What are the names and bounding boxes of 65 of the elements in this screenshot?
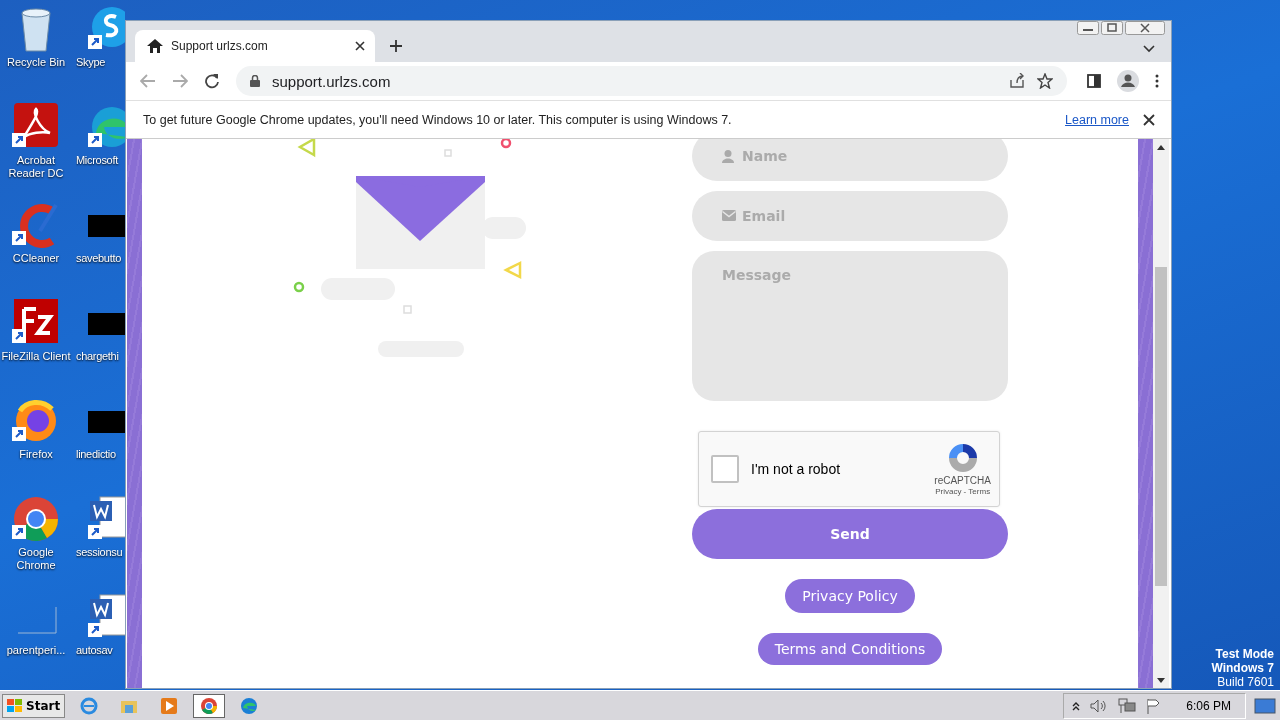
menu-icon[interactable]: [1155, 74, 1159, 88]
new-tab-icon[interactable]: [389, 39, 403, 53]
cleaner-icon[interactable]: [12, 201, 60, 249]
email-field[interactable]: Email: [692, 191, 1008, 241]
minimize-icon[interactable]: [1077, 21, 1099, 35]
lock-icon: [250, 75, 260, 87]
play-icon: [160, 696, 179, 715]
policy-link-button[interactable]: Terms and Conditions: [757, 633, 943, 665]
network-icon[interactable]: [1118, 697, 1137, 714]
close-icon[interactable]: [1125, 21, 1165, 35]
home-icon: [147, 39, 163, 53]
desktop-icon-label[interactable]: sessionsu: [76, 546, 123, 559]
learn-more-link[interactable]: Learn more: [1065, 112, 1129, 127]
envelope-icon: [722, 210, 736, 221]
desktop-icon-label[interactable]: parentperi...: [6, 644, 66, 657]
chrome-icon[interactable]: [12, 495, 60, 543]
captcha-links[interactable]: Privacy - Terms: [935, 487, 991, 496]
browser-e-icon: [80, 696, 99, 715]
captcha-checkbox[interactable]: [711, 455, 739, 483]
person-icon: [722, 150, 734, 163]
watermark-text: Build 7601: [1217, 675, 1274, 689]
desktop-icon-label[interactable]: linedictio: [76, 448, 116, 461]
side-panel-icon[interactable]: [1087, 74, 1101, 88]
desktop-icon-label[interactable]: chargethi: [76, 350, 119, 363]
share-icon[interactable]: [1009, 73, 1025, 89]
profile-icon[interactable]: [1117, 70, 1139, 92]
chrome-icon: [200, 696, 219, 715]
desktop-icon-label[interactable]: savebutto: [76, 252, 121, 265]
chevron-up-icon[interactable]: [1072, 700, 1081, 711]
show-desktop-icon[interactable]: [1254, 697, 1276, 714]
desktop-icon-label[interactable]: FileZilla Client: [1, 350, 71, 363]
desktop-icon-label[interactable]: Microsoft: [76, 154, 118, 167]
browser-tab[interactable]: Support urlzs.com: [135, 30, 375, 62]
infobar-message: To get future Google Chrome updates, you'll need Windows 10 or later. This computer is using Windows 7.: [143, 112, 732, 127]
desktop-icon-label[interactable]: CCleaner: [12, 252, 60, 265]
desktop-icon-label[interactable]: Google Chrome: [0, 546, 72, 572]
restore-icon[interactable]: [1101, 21, 1123, 35]
reload-icon[interactable]: [204, 73, 220, 89]
watermark-text: Test Mode: [1215, 647, 1274, 661]
close-icon[interactable]: [1143, 113, 1155, 126]
desktop-icon-label[interactable]: Acrobat Reader DC: [0, 154, 72, 180]
address-bar[interactable]: support.urlzs.com: [236, 66, 1067, 96]
windows-logo-icon: [7, 698, 23, 713]
message-field[interactable]: Message: [692, 251, 1008, 401]
speaker-icon[interactable]: [1090, 698, 1109, 713]
desktop-icon-label[interactable]: autosav: [76, 644, 113, 657]
taskbar-button[interactable]: [193, 693, 226, 718]
start-button[interactable]: Start: [2, 693, 66, 718]
captcha-label: I'm not a robot: [751, 461, 841, 477]
recaptcha-logo-icon: [946, 442, 979, 474]
watermark-text: Windows 7: [1211, 661, 1274, 675]
policy-link-button[interactable]: Privacy Policy: [785, 579, 915, 613]
name-field[interactable]: Name: [692, 139, 1008, 181]
close-icon[interactable]: [355, 41, 365, 51]
chevron-down-icon[interactable]: [1143, 45, 1155, 53]
send-button[interactable]: Send: [692, 509, 1008, 559]
desktop-icon-label[interactable]: Skype: [76, 56, 106, 69]
captcha-brand: reCAPTCHA: [934, 475, 991, 486]
scrollbar-thumb[interactable]: [1155, 267, 1167, 586]
star-icon[interactable]: [1037, 73, 1053, 89]
scrollbar[interactable]: [1153, 139, 1169, 688]
desktop-icon-label[interactable]: Recycle Bin: [6, 56, 66, 69]
desktop-icon-label[interactable]: Firefox: [19, 448, 53, 461]
clock[interactable]: 6:06 PM: [1186, 698, 1231, 713]
edge-icon: [240, 696, 259, 715]
